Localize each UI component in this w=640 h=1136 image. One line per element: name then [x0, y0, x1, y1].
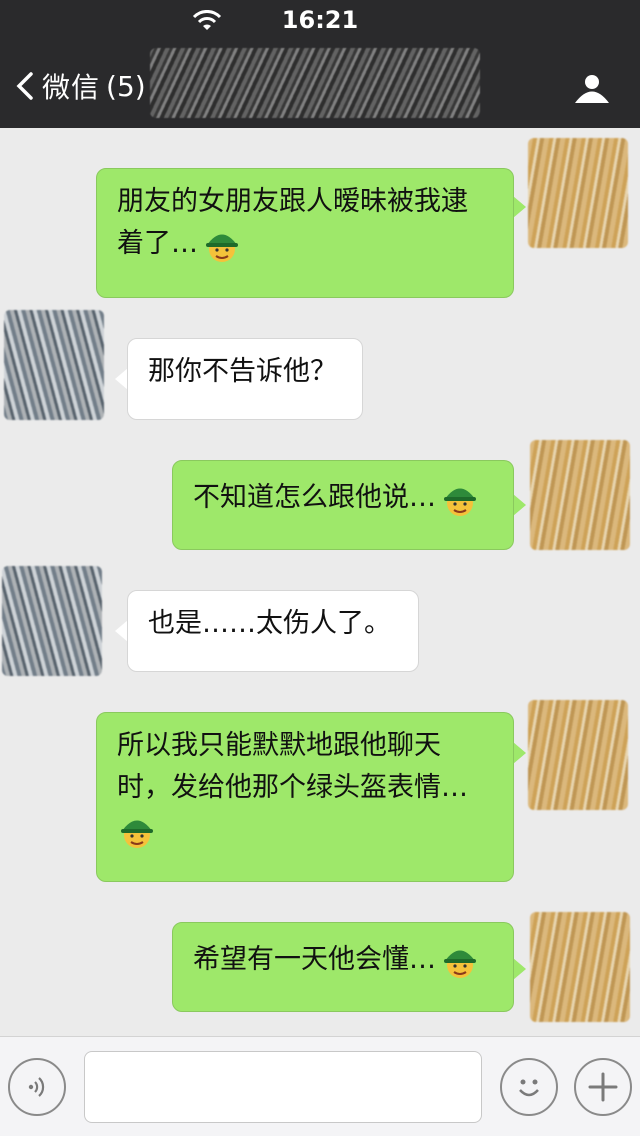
unread-count: (5) — [106, 69, 146, 103]
redacted-chat-title — [150, 48, 480, 118]
voice-button[interactable] — [8, 1058, 66, 1116]
message-text: 着了… — [117, 223, 493, 265]
message-text: 不知道怎么跟他说… — [193, 477, 493, 519]
message-text — [117, 809, 493, 851]
green-hat-emoji-icon — [206, 234, 238, 262]
my-avatar[interactable] — [528, 138, 628, 248]
my-avatar[interactable] — [530, 440, 630, 550]
bubble-tail — [513, 196, 526, 218]
plus-icon — [588, 1072, 618, 1102]
message-text: 时，发给他那个绿头盔表情… — [117, 772, 468, 803]
message-bubble-outgoing[interactable]: 所以我只能默默地跟他聊天 时，发给他那个绿头盔表情… — [96, 712, 514, 882]
status-bar: 16:21 — [0, 0, 640, 40]
message-input[interactable] — [84, 1051, 482, 1123]
chevron-left-icon — [16, 72, 33, 100]
nav-bar: 微信 (5) — [0, 40, 640, 128]
message-text: 也是……太伤人了。 — [148, 608, 391, 639]
message-text: 希望有一天他会懂… — [193, 939, 493, 981]
message-bubble-incoming[interactable]: 那你不告诉他？ — [127, 338, 363, 420]
my-avatar[interactable] — [530, 912, 630, 1022]
more-button[interactable] — [574, 1058, 632, 1116]
friend-avatar[interactable] — [2, 566, 102, 676]
message-bubble-incoming[interactable]: 也是……太伤人了。 — [127, 590, 419, 672]
message-text: 那你不告诉他？ — [148, 356, 337, 387]
smiley-icon — [519, 1079, 539, 1097]
message-text: 朋友的女朋友跟人暧昧被我逮 — [117, 186, 468, 217]
message-bubble-outgoing[interactable]: 希望有一天他会懂… — [172, 922, 514, 1012]
back-label: 微信 — [42, 71, 101, 104]
bubble-tail — [513, 494, 526, 516]
contact-profile-icon[interactable] — [572, 72, 612, 106]
bubble-tail — [513, 958, 526, 980]
status-time: 16:21 — [281, 6, 359, 34]
input-bar — [0, 1036, 640, 1136]
chat-screen: 16:21 微信 (5) 朋友的女朋友跟人暧昧被我逮 着了… 那你不告诉他？ 不… — [0, 0, 640, 1136]
friend-avatar[interactable] — [4, 310, 104, 420]
green-hat-emoji-icon — [121, 820, 153, 848]
green-hat-emoji-icon — [444, 950, 476, 978]
green-hat-emoji-icon — [444, 488, 476, 516]
message-bubble-outgoing[interactable]: 不知道怎么跟他说… — [172, 460, 514, 550]
emoji-button[interactable] — [500, 1058, 558, 1116]
my-avatar[interactable] — [528, 700, 628, 810]
message-text: 所以我只能默默地跟他聊天 — [117, 730, 441, 761]
back-button[interactable]: 微信 (5) — [14, 64, 146, 108]
bubble-tail — [513, 742, 526, 764]
voice-icon — [28, 1077, 45, 1097]
message-bubble-outgoing[interactable]: 朋友的女朋友跟人暧昧被我逮 着了… — [96, 168, 514, 298]
